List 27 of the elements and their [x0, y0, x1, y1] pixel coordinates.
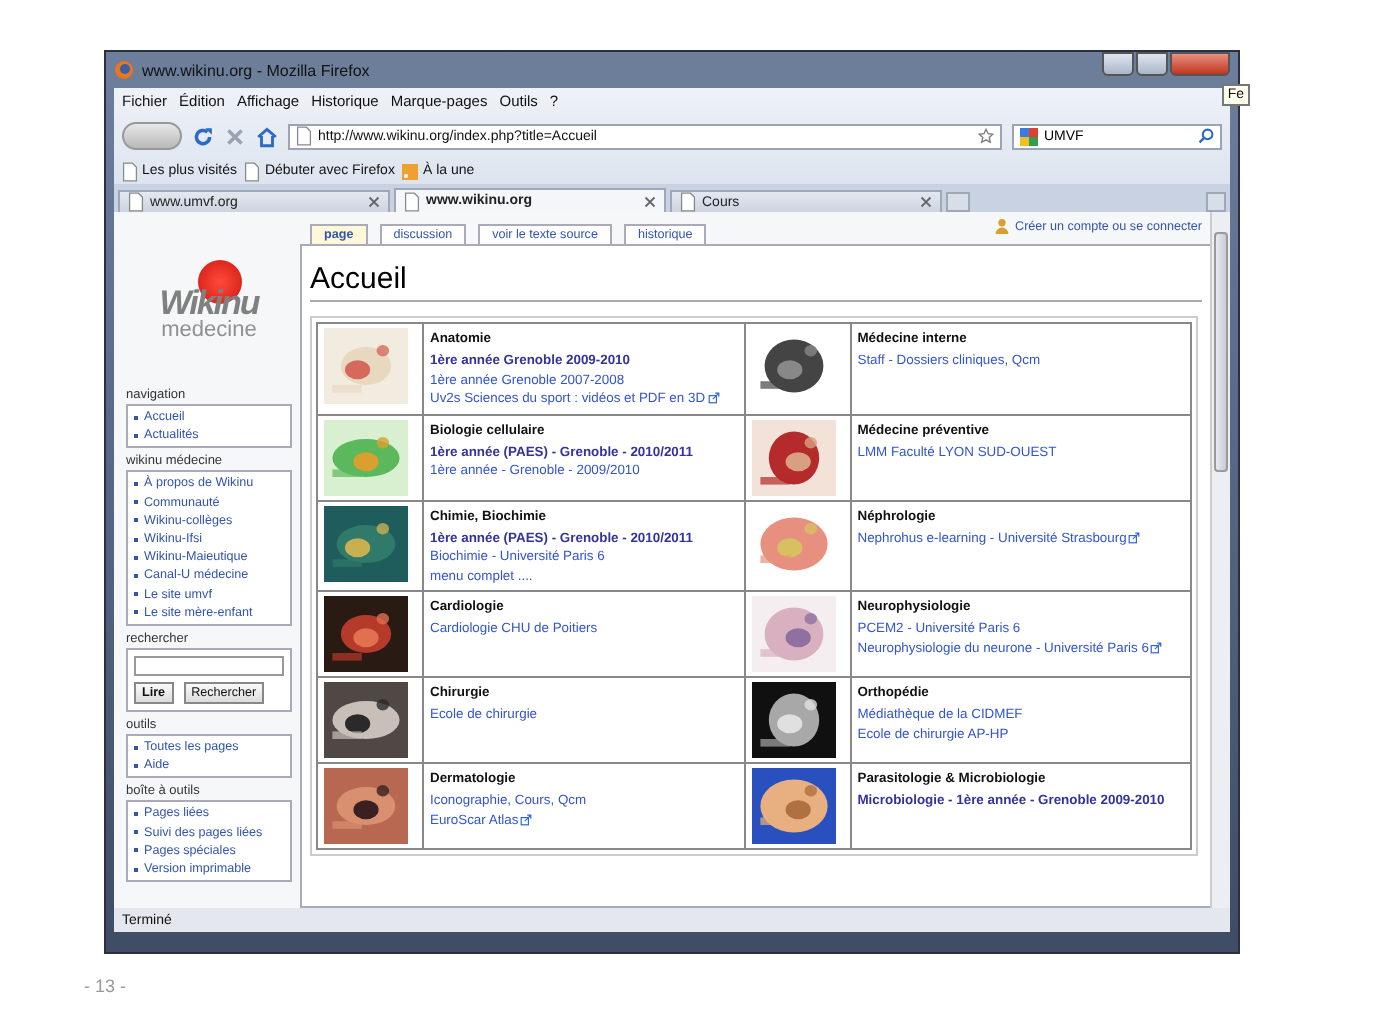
search-field[interactable]	[134, 656, 284, 677]
page-icon	[296, 126, 312, 146]
external-link-icon	[707, 392, 720, 405]
home-icon[interactable]	[256, 125, 278, 147]
external-link-icon	[1150, 641, 1163, 654]
close-button[interactable]	[1170, 52, 1230, 76]
maximize-button[interactable]	[1136, 52, 1168, 76]
search-engine-icon	[1020, 127, 1038, 145]
scrollbar[interactable]	[1210, 212, 1230, 908]
back-forward-button[interactable]	[122, 122, 182, 150]
page-number: - 13 -	[84, 976, 127, 996]
close-icon[interactable]	[368, 196, 380, 208]
external-link-icon	[1128, 531, 1141, 544]
close-icon[interactable]	[920, 196, 932, 208]
site-logo: Wikinu medecine	[126, 220, 292, 380]
page-heading: Accueil	[310, 246, 1202, 302]
close-icon[interactable]	[644, 195, 656, 207]
minimize-button[interactable]	[1102, 52, 1134, 76]
star-icon[interactable]	[978, 128, 994, 144]
reload-icon[interactable]	[192, 125, 214, 147]
user-icon	[993, 218, 1010, 234]
page-icon	[244, 161, 261, 181]
search-icon[interactable]	[1198, 128, 1214, 144]
external-link-icon	[520, 813, 533, 826]
feed-icon	[402, 163, 419, 179]
browser-logo-icon	[114, 60, 134, 80]
window-title: www.wikinu.org - Mozilla Firefox	[142, 61, 372, 79]
